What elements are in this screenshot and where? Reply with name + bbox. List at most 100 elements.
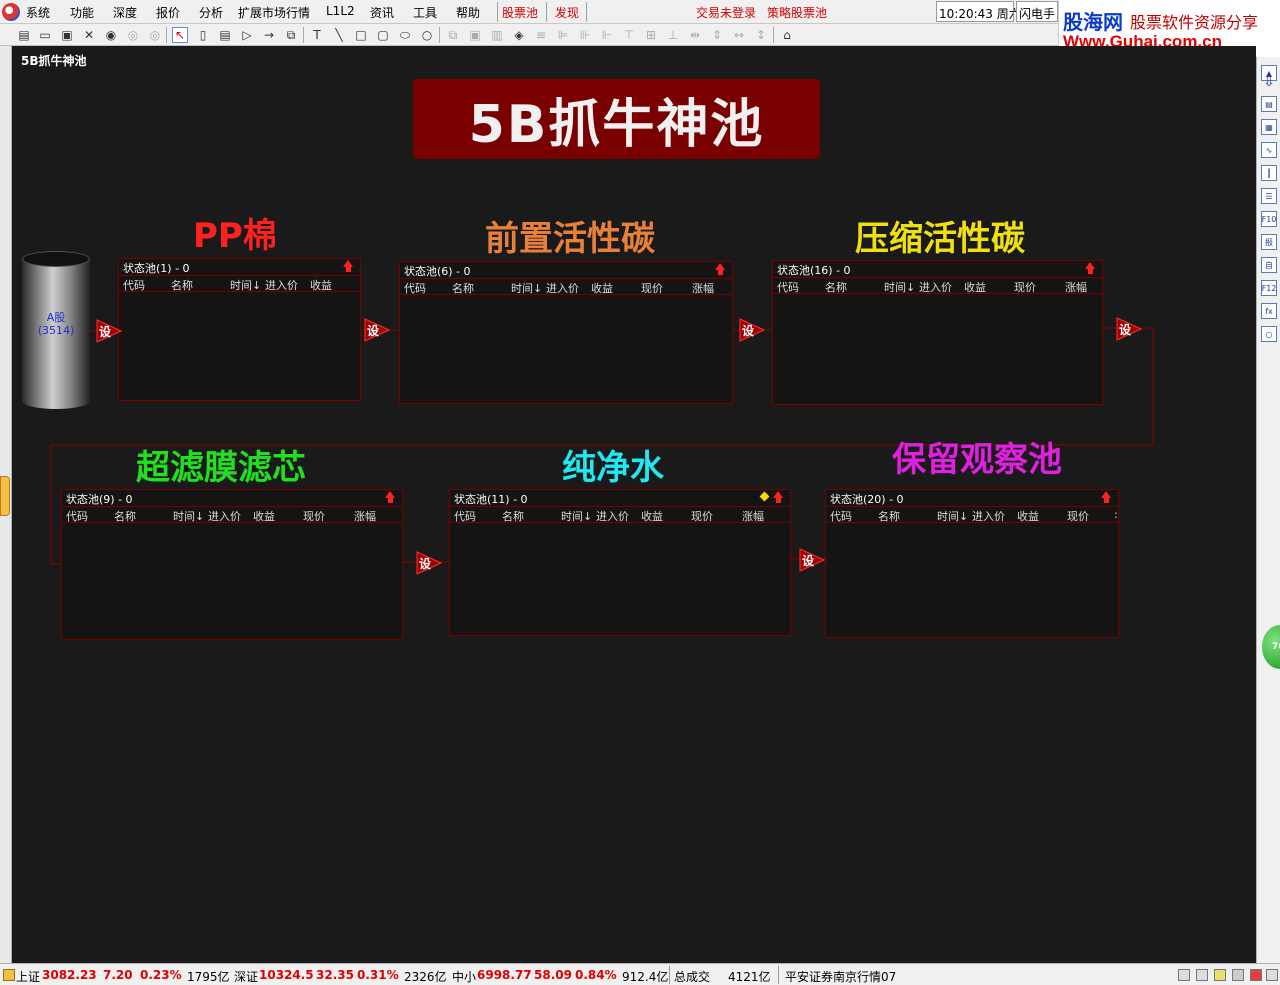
col-return[interactable]: 收益 [641, 508, 663, 522]
col-return[interactable]: 收益 [964, 279, 986, 293]
state-pool-11[interactable]: 状态池(11) - 0 代码 名称 时间↓ 进入价 收益 现价 涨幅 [449, 489, 791, 636]
col-change-pct[interactable]: 涨幅 [354, 508, 376, 522]
export-up-icon[interactable] [773, 491, 784, 504]
circle-option-icon[interactable]: ○ [1261, 326, 1277, 342]
candle-chart-icon[interactable]: ┃ [1261, 165, 1277, 181]
f12-icon[interactable]: F12 [1261, 280, 1277, 296]
formula-icon[interactable]: fx [1261, 303, 1277, 319]
col-name[interactable]: 名称 [878, 508, 900, 522]
state-pool-6[interactable]: 状态池(6) - 0 代码 名称 时间↓ 进入价 收益 现价 涨幅 [399, 261, 733, 404]
col-return[interactable]: 收益 [310, 277, 332, 291]
col-name[interactable]: 名称 [502, 508, 524, 522]
col-name[interactable]: 名称 [114, 508, 136, 522]
alert-icon[interactable] [1250, 969, 1262, 981]
align-left-icon[interactable]: ⊫ [555, 27, 571, 43]
paste-icon[interactable]: ▣ [467, 27, 483, 43]
set-condition-button[interactable]: 设 [96, 319, 122, 343]
menu-icon[interactable] [1266, 969, 1278, 981]
menu-analysis[interactable]: 分析 [199, 4, 223, 21]
lock-icon[interactable] [1214, 969, 1226, 981]
menu-l1l2[interactable]: L1L2 [326, 4, 355, 18]
self-select-icon[interactable]: 自 [1261, 257, 1277, 273]
col-time[interactable]: 时间↓ [511, 280, 542, 294]
lock-icon[interactable]: ⌂ [779, 27, 795, 43]
flash-trade-button[interactable]: 闪电手 [1016, 1, 1058, 22]
save-icon[interactable]: ▣ [59, 27, 75, 43]
set-condition-button[interactable]: 设 [1116, 317, 1142, 341]
col-entry-price[interactable]: 进入价 [919, 279, 952, 293]
set-condition-button[interactable]: 设 [799, 548, 825, 572]
select-pointer-icon[interactable]: ↖ [172, 27, 188, 43]
same-width-icon[interactable]: ↔ [731, 27, 747, 43]
col-time[interactable]: 时间↓ [884, 279, 915, 293]
menu-extended-market[interactable]: 扩展市场行情 [238, 4, 310, 21]
col-entry-price[interactable]: 进入价 [208, 508, 241, 522]
list-shape-icon[interactable]: ▤ [217, 27, 233, 43]
col-code[interactable]: 代码 [404, 280, 426, 294]
doc-icon[interactable]: ▤ [1261, 96, 1277, 112]
col-current-price[interactable]: 现价 [303, 508, 325, 522]
col-change-pct[interactable]: 涨幅 [742, 508, 764, 522]
fill-color-icon[interactable]: ◈ [511, 27, 527, 43]
line-tool-icon[interactable]: ╲ [331, 27, 347, 43]
col-name[interactable]: 名称 [452, 280, 474, 294]
menu-function[interactable]: 功能 [70, 4, 94, 21]
keyboard-icon[interactable] [1178, 969, 1190, 981]
left-collapse-tab[interactable] [0, 476, 10, 516]
col-return[interactable]: 收益 [591, 280, 613, 294]
menu-tools[interactable]: 工具 [413, 4, 437, 21]
ellipse-tool-icon[interactable]: ⬭ [397, 27, 413, 43]
set-condition-button[interactable]: 设 [364, 318, 390, 342]
col-return[interactable]: 收益 [1017, 508, 1039, 522]
trash-icon[interactable]: ▥ [489, 27, 505, 43]
rectangle-tool-icon[interactable]: □ [353, 27, 369, 43]
col-current-price[interactable]: 现价 [641, 280, 663, 294]
col-name[interactable]: 名称 [825, 279, 847, 293]
col-entry-price[interactable]: 进入价 [546, 280, 579, 294]
align-bottom-icon[interactable]: ⊥ [665, 27, 681, 43]
copy-icon[interactable]: ⧉ [445, 27, 461, 43]
set-condition-button[interactable]: 设 [416, 551, 442, 575]
col-name[interactable]: 名称 [171, 277, 193, 291]
signal-icon[interactable] [1232, 969, 1244, 981]
col-code[interactable]: 代码 [66, 508, 88, 522]
menu-news[interactable]: 资讯 [370, 4, 394, 21]
login-status[interactable]: 交易未登录 [696, 4, 756, 21]
menu-depth[interactable]: 深度 [113, 4, 137, 21]
new-file-icon[interactable]: ▤ [16, 27, 32, 43]
col-time[interactable]: 时间↓ [173, 508, 204, 522]
triangle-icon[interactable]: ▷ [239, 27, 255, 43]
group-icon[interactable]: ⧉ [283, 27, 299, 43]
pause-icon[interactable]: ◎ [125, 27, 141, 43]
strategy-pool-link[interactable]: 策略股票池 [767, 4, 827, 21]
circle-tool-icon[interactable]: ○ [419, 27, 435, 43]
col-time[interactable]: 时间↓ [561, 508, 592, 522]
stop-icon[interactable]: ◎ [147, 27, 163, 43]
export-up-icon[interactable] [385, 491, 396, 504]
export-up-icon[interactable] [343, 260, 354, 273]
run-icon[interactable]: ◉ [103, 27, 119, 43]
export-up-icon[interactable] [715, 263, 726, 276]
export-up-icon[interactable] [1101, 491, 1112, 504]
col-entry-price[interactable]: 进入价 [596, 508, 629, 522]
a-share-source-cylinder[interactable]: A股 (3514) [22, 251, 90, 409]
menu-help[interactable]: 帮助 [456, 4, 480, 21]
align-center-icon[interactable]: ⊪ [577, 27, 593, 43]
col-entry-price[interactable]: 进入价 [972, 508, 1005, 522]
line-width-icon[interactable]: ≡ [533, 27, 549, 43]
menu-discover[interactable]: 发现 [555, 4, 579, 21]
align-middle-icon[interactable]: ⊞ [643, 27, 659, 43]
rounded-rect-tool-icon[interactable]: ▢ [375, 27, 391, 43]
delete-icon[interactable]: ✕ [81, 27, 97, 43]
col-time[interactable]: 时间↓ [937, 508, 968, 522]
arrow-right-icon[interactable]: → [261, 27, 277, 43]
col-change-pct[interactable]: 涨幅 [692, 280, 714, 294]
state-pool-20[interactable]: 状态池(20) - 0 代码 名称 时间↓ 进入价 收益 现价 : [825, 489, 1119, 638]
menu-stock-pool[interactable]: 股票池 [502, 4, 538, 21]
col-return[interactable]: 收益 [253, 508, 275, 522]
table-icon[interactable]: ▦ [1261, 119, 1277, 135]
distribute-h-icon[interactable]: ⇹ [687, 27, 703, 43]
line-chart-icon[interactable]: ∿ [1261, 142, 1277, 158]
col-change-pct[interactable]: 涨幅 [1065, 279, 1087, 293]
set-condition-button[interactable]: 设 [739, 318, 765, 342]
